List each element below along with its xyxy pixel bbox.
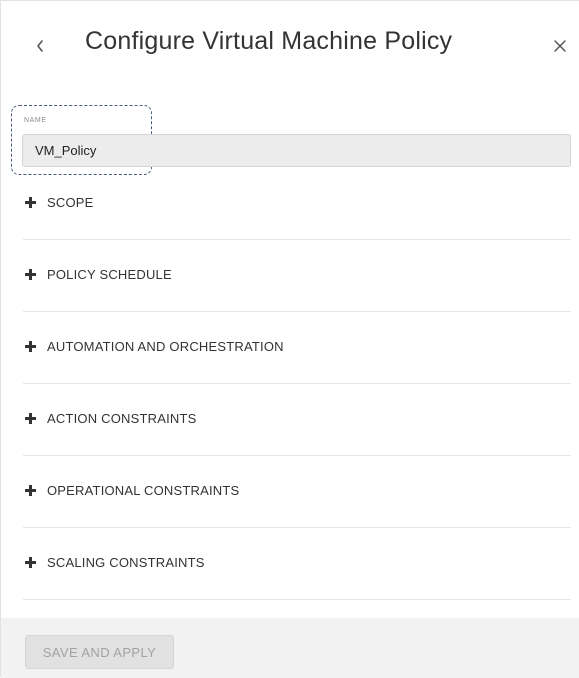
name-input[interactable] bbox=[22, 134, 571, 167]
section-divider bbox=[23, 527, 571, 528]
plus-icon bbox=[25, 197, 36, 208]
section-scope[interactable]: SCOPE bbox=[1, 195, 579, 215]
section-divider bbox=[23, 239, 571, 240]
plus-icon bbox=[25, 485, 36, 496]
section-policy-schedule[interactable]: POLICY SCHEDULE bbox=[1, 267, 579, 287]
plus-icon bbox=[25, 341, 36, 352]
plus-icon bbox=[25, 557, 36, 568]
policy-config-panel: Configure Virtual Machine Policy NAME SC… bbox=[0, 0, 579, 678]
section-divider bbox=[23, 599, 571, 600]
chevron-left-icon bbox=[37, 40, 43, 52]
plus-icon bbox=[25, 269, 36, 280]
close-icon bbox=[554, 40, 566, 52]
panel-footer: SAVE AND APPLY bbox=[1, 618, 579, 678]
section-scaling-constraints[interactable]: SCALING CONSTRAINTS bbox=[1, 555, 579, 575]
section-label: OPERATIONAL CONSTRAINTS bbox=[47, 483, 240, 498]
section-label: SCOPE bbox=[47, 195, 94, 210]
section-action-constraints[interactable]: ACTION CONSTRAINTS bbox=[1, 411, 579, 431]
section-label: POLICY SCHEDULE bbox=[47, 267, 172, 282]
section-divider bbox=[23, 383, 571, 384]
section-operational-constraints[interactable]: OPERATIONAL CONSTRAINTS bbox=[1, 483, 579, 503]
back-button[interactable] bbox=[29, 31, 51, 61]
section-divider bbox=[23, 455, 571, 456]
page-title: Configure Virtual Machine Policy bbox=[85, 27, 453, 55]
close-button[interactable] bbox=[549, 35, 571, 57]
section-label: SCALING CONSTRAINTS bbox=[47, 555, 205, 570]
section-automation-and-orchestration[interactable]: AUTOMATION AND ORCHESTRATION bbox=[1, 339, 579, 359]
section-divider bbox=[23, 311, 571, 312]
plus-icon bbox=[25, 413, 36, 424]
save-and-apply-button[interactable]: SAVE AND APPLY bbox=[25, 635, 174, 669]
panel-header: Configure Virtual Machine Policy bbox=[1, 1, 579, 97]
name-field-label: NAME bbox=[24, 117, 47, 124]
section-label: ACTION CONSTRAINTS bbox=[47, 411, 197, 426]
section-label: AUTOMATION AND ORCHESTRATION bbox=[47, 339, 284, 354]
